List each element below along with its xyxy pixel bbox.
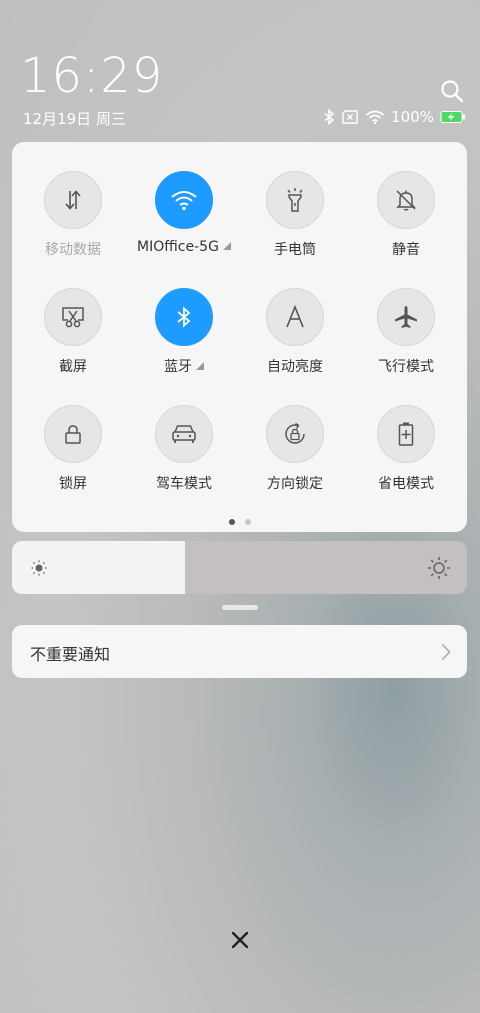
toggle-bluetooth[interactable]: 蓝牙: [129, 288, 239, 376]
toggle-label-row: MIOffice-5G: [129, 239, 239, 255]
toggle-mobile-data[interactable]: 移动数据: [18, 171, 128, 259]
toggle-wifi[interactable]: MIOffice-5G: [129, 171, 239, 255]
battery-saver-icon: [398, 422, 414, 446]
toggle-label: 静音: [392, 242, 420, 258]
brightness-slider[interactable]: [12, 541, 467, 594]
screenshot-icon: [62, 307, 84, 328]
brightness-high-icon: [428, 557, 450, 579]
toggle-rotation-lock[interactable]: 方向锁定: [240, 405, 350, 493]
toggle-screenshot[interactable]: 截屏: [18, 288, 128, 376]
mute-bell-icon: [396, 190, 416, 211]
toggle-lock-screen[interactable]: 锁屏: [18, 405, 128, 493]
auto-brightness-icon: [286, 305, 304, 328]
wifi-icon: [171, 191, 197, 211]
clock-date: 12月19日 周三: [23, 110, 126, 128]
notification-label: 不重要通知: [30, 645, 111, 664]
toggle-circle[interactable]: [266, 405, 324, 463]
battery-charging-icon: [440, 111, 465, 123]
toggle-circle[interactable]: [44, 171, 102, 229]
airplane-icon: [395, 306, 417, 328]
toggle-label: 手电筒: [274, 242, 316, 258]
toggle-mute[interactable]: 静音: [351, 171, 461, 259]
toggle-label: 移动数据: [45, 242, 101, 258]
toggle-circle[interactable]: [44, 288, 102, 346]
toggle-circle[interactable]: [155, 171, 213, 229]
toggle-battery-saver[interactable]: 省电模式: [351, 405, 461, 493]
expand-triangle-icon[interactable]: [196, 362, 204, 370]
brightness-low-icon: [31, 560, 47, 576]
toggle-label: 飞行模式: [378, 359, 434, 375]
toggle-label: MIOffice-5G: [137, 239, 219, 255]
toggle-label: 方向锁定: [267, 476, 323, 492]
toggle-driving-mode[interactable]: 驾车模式: [129, 405, 239, 493]
toggle-circle[interactable]: [266, 171, 324, 229]
chevron-right-icon: [441, 643, 451, 661]
no-sim-icon: [342, 110, 358, 124]
mobile-data-icon: [65, 190, 81, 210]
toggle-auto-brightness[interactable]: 自动亮度: [240, 288, 350, 376]
battery-percentage: 100%: [391, 108, 434, 126]
toggle-circle[interactable]: [377, 171, 435, 229]
car-icon: [172, 425, 196, 443]
toggle-circle[interactable]: [377, 288, 435, 346]
page-dot-2[interactable]: [244, 519, 251, 525]
bluetooth-status-icon: [324, 109, 335, 125]
page-indicator: [12, 519, 467, 525]
bluetooth-icon: [177, 306, 191, 328]
toggle-flashlight[interactable]: 手电筒: [240, 171, 350, 259]
toggle-airplane-mode[interactable]: 飞行模式: [351, 288, 461, 376]
close-icon[interactable]: [229, 929, 251, 951]
rotation-lock-icon: [285, 422, 305, 444]
clock-time: 16:29: [20, 48, 164, 104]
toggle-label: 省电模式: [378, 476, 434, 492]
toggle-circle[interactable]: [155, 288, 213, 346]
toggle-circle[interactable]: [377, 405, 435, 463]
flashlight-icon: [287, 188, 303, 212]
status-icons: 100%: [323, 108, 466, 126]
expand-triangle-icon[interactable]: [222, 242, 231, 250]
toggle-label: 截屏: [59, 359, 87, 375]
toggle-label: 蓝牙: [164, 359, 192, 375]
toggle-circle[interactable]: [44, 405, 102, 463]
toggle-label: 驾车模式: [156, 476, 212, 492]
toggle-label: 自动亮度: [267, 359, 323, 375]
toggle-label: 锁屏: [59, 476, 87, 492]
drag-handle[interactable]: [222, 605, 258, 610]
wifi-status-icon: [366, 110, 385, 124]
page-dot-1[interactable]: [228, 519, 235, 525]
toggle-label-row: 蓝牙: [129, 356, 239, 376]
lock-icon: [65, 425, 81, 444]
toggle-circle[interactable]: [155, 405, 213, 463]
unimportant-notifications-row[interactable]: 不重要通知: [12, 625, 467, 678]
quick-settings-panel: 移动数据 MIOffice-5G 手电筒 静音 截屏 蓝牙 自动亮度 飞行模式 …: [12, 142, 467, 532]
search-icon[interactable]: [439, 78, 465, 104]
toggle-circle[interactable]: [266, 288, 324, 346]
